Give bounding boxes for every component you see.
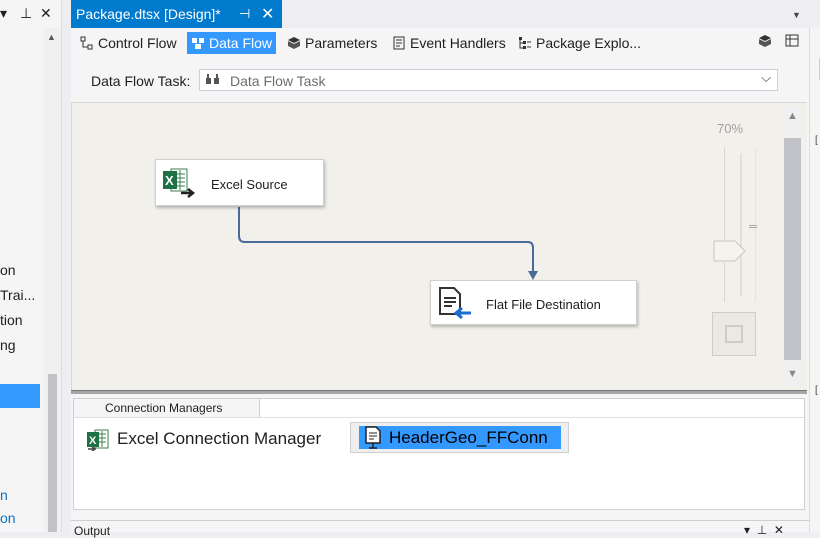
designer-toolbar-icons bbox=[758, 33, 814, 52]
data-flow-icon bbox=[192, 38, 204, 49]
excel-source-node[interactable]: X Excel Source bbox=[155, 159, 324, 206]
package-explorer-icon bbox=[519, 37, 531, 49]
output-panel bbox=[71, 520, 809, 532]
tree-item-fragment[interactable]: on bbox=[0, 262, 16, 278]
tab-package-explorer[interactable]: Package Explo... bbox=[514, 32, 645, 54]
dropdown-icon[interactable]: ▾ bbox=[0, 5, 7, 22]
svg-text:X: X bbox=[89, 435, 97, 447]
event-handlers-icon bbox=[393, 36, 405, 50]
zoom-level-label: 70% bbox=[717, 121, 744, 136]
flat-file-destination-node[interactable]: Flat File Destination bbox=[430, 280, 637, 325]
data-flow-task-icon bbox=[206, 74, 219, 84]
pin-icon[interactable]: ⊣ bbox=[239, 6, 250, 22]
data-flow-canvas[interactable] bbox=[71, 102, 807, 390]
connection-manager-label: HeaderGeo_FFConn bbox=[389, 428, 548, 447]
tree-item-fragment[interactable]: ng bbox=[0, 337, 16, 353]
scroll-thumb[interactable] bbox=[48, 374, 57, 532]
zoom-to-fit-button[interactable] bbox=[712, 312, 756, 356]
node-label: Flat File Destination bbox=[486, 297, 601, 312]
document-tab-title: Package.dtsx [Design]* bbox=[76, 6, 221, 22]
tree-item-fragment[interactable]: Trai... bbox=[0, 287, 35, 303]
excel-source-icon: X bbox=[163, 168, 196, 198]
connection-managers-label: Connection Managers bbox=[105, 401, 223, 415]
fit-icon bbox=[725, 325, 743, 343]
connection-managers-tab[interactable]: Connection Managers bbox=[73, 398, 260, 417]
task-select-value: Data Flow Task bbox=[230, 73, 326, 89]
canvas-splitter[interactable] bbox=[71, 390, 807, 394]
close-icon[interactable]: ✕ bbox=[261, 4, 274, 24]
scroll-up-icon[interactable]: ▲ bbox=[787, 110, 798, 122]
tree-item-fragment[interactable]: n bbox=[0, 487, 8, 503]
data-flow-task-select[interactable]: Data Flow Task ⌵ bbox=[199, 69, 778, 91]
flat-file-connection-manager[interactable]: HeaderGeo_FFConn bbox=[350, 422, 569, 453]
close-icon[interactable]: ✕ bbox=[40, 5, 52, 22]
tab-label: Control Flow bbox=[98, 35, 177, 51]
parameters-icon bbox=[288, 37, 300, 49]
view-package-icon[interactable] bbox=[759, 35, 771, 47]
scroll-thumb[interactable] bbox=[784, 138, 801, 360]
right-side-panel bbox=[809, 28, 820, 532]
svg-text:X: X bbox=[165, 173, 174, 188]
tab-parameters[interactable]: Parameters bbox=[283, 32, 381, 54]
variables-grid-icon[interactable] bbox=[785, 34, 799, 47]
zoom-default-tick bbox=[749, 225, 757, 228]
side-tab-marker[interactable]: [ bbox=[815, 135, 818, 146]
tab-list-dropdown-icon[interactable]: ▼ bbox=[792, 10, 801, 20]
canvas-vertical-scrollbar[interactable]: ▲ ▼ bbox=[783, 106, 802, 386]
output-panel-title: Output bbox=[74, 524, 111, 538]
tab-label: Data Flow bbox=[209, 35, 273, 51]
excel-connection-icon: X bbox=[87, 429, 109, 451]
flat-file-destination-icon bbox=[439, 287, 471, 320]
tree-item-fragment[interactable]: on bbox=[0, 510, 16, 526]
document-tab[interactable]: Package.dtsx [Design]* ⊣ ✕ bbox=[71, 0, 282, 28]
node-label: Excel Source bbox=[211, 177, 288, 192]
tab-event-handlers[interactable]: Event Handlers bbox=[388, 32, 510, 54]
output-panel-controls[interactable]: ▾ ⊥ ✕ bbox=[744, 523, 784, 537]
tab-label: Event Handlers bbox=[410, 35, 506, 51]
flat-file-connection-icon bbox=[365, 426, 381, 449]
selected-tree-item[interactable] bbox=[0, 384, 40, 408]
data-flow-task-label: Data Flow Task: bbox=[91, 73, 191, 89]
tab-control-flow[interactable]: Control Flow bbox=[76, 32, 181, 54]
chevron-down-icon[interactable]: ⌵ bbox=[761, 70, 771, 86]
designer-tab-bar: Control Flow Data Flow Parameters Event … bbox=[71, 30, 809, 56]
side-tab-marker[interactable]: [ bbox=[815, 385, 818, 396]
tab-data-flow[interactable]: Data Flow bbox=[187, 32, 277, 54]
tab-label: Package Explo... bbox=[536, 35, 642, 51]
scroll-up-icon[interactable]: ▲ bbox=[47, 32, 56, 42]
tree-item-fragment[interactable]: tion bbox=[0, 312, 23, 328]
scroll-down-icon[interactable]: ▼ bbox=[787, 368, 798, 380]
tray-divider bbox=[74, 417, 804, 418]
pin-icon[interactable]: ⊥ bbox=[20, 5, 32, 22]
tab-label: Parameters bbox=[305, 35, 378, 51]
zoom-slider-thumb[interactable] bbox=[713, 240, 747, 262]
connection-manager-label: Excel Connection Manager bbox=[117, 429, 322, 448]
left-scrollbar[interactable]: ▲ bbox=[44, 28, 61, 532]
control-flow-icon bbox=[80, 36, 93, 50]
